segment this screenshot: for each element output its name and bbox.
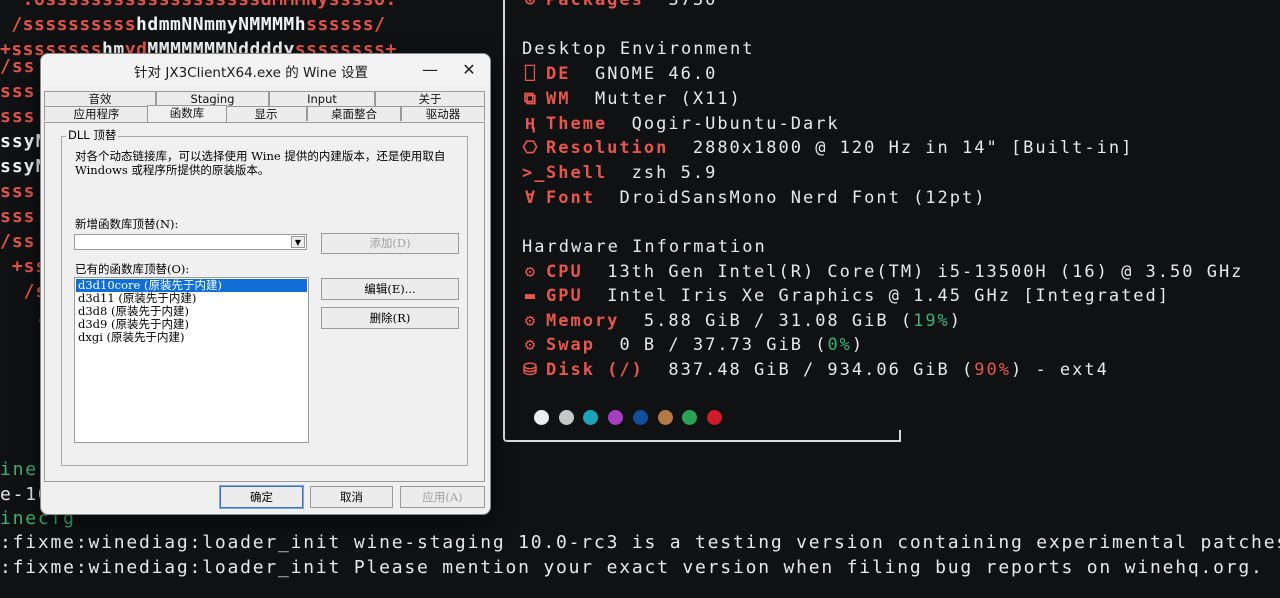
ascii-fragment: sss bbox=[0, 106, 36, 127]
cpu-icon: ⚙ bbox=[524, 262, 538, 282]
fetch-resolution: ⎔ Resolution 2880x1800 @ 120 Hz in 14" [B… bbox=[522, 138, 1134, 158]
minimize-icon[interactable]: — bbox=[414, 56, 446, 84]
edit-button[interactable]: 编辑(E)... bbox=[321, 278, 459, 300]
close-icon[interactable]: ✕ bbox=[453, 56, 485, 84]
fetch-swap: ⚙ Swap 0 B / 37.73 GiB (0%) bbox=[522, 335, 864, 355]
tab-audio[interactable]: 音效 bbox=[44, 91, 156, 106]
memory-icon: ⚙ bbox=[524, 311, 538, 331]
ascii-fragment: sss bbox=[0, 81, 36, 102]
dialog-title: 针对 JX3ClientX64.exe 的 Wine 设置 bbox=[134, 65, 368, 81]
list-item[interactable]: dxgi (原装先于内建) bbox=[76, 331, 307, 344]
dll-overrides-group-label: DLL 顶替 bbox=[66, 127, 119, 143]
prompt-line-1: ine bbox=[0, 459, 38, 480]
fetch-disk: ⛁ Disk (/) 837.48 GiB / 934.06 GiB (90%) … bbox=[522, 360, 1109, 380]
fetch-shell: >_Shell zsh 5.9 bbox=[522, 163, 718, 183]
log-line-2: :fixme:winediag:loader_init Please menti… bbox=[0, 557, 1264, 578]
box-corner bbox=[899, 430, 901, 442]
fetch-wm: ⧉ WM Mutter (X11) bbox=[523, 89, 742, 109]
add-button[interactable]: 添加(D) bbox=[321, 233, 459, 254]
monitor-icon: ⎕ bbox=[524, 64, 538, 84]
ascii-line-2: /sssssssssshdmmNNmmyNMMMMhssssss/ bbox=[0, 14, 386, 35]
log-line-1: :fixme:winediag:loader_init wine-staging… bbox=[0, 532, 1280, 553]
tab-drives[interactable]: 驱动器 bbox=[401, 106, 485, 121]
desktop-section-title: Desktop Environment bbox=[522, 39, 755, 59]
display-icon: ⎔ bbox=[522, 138, 540, 158]
ascii-line-1: .osssssssssssssssssssdMMMNysssso. bbox=[0, 0, 397, 10]
fetch-packages: ⊕ Packages 3730 bbox=[522, 0, 717, 10]
tab-about[interactable]: 关于 bbox=[375, 91, 485, 106]
ascii-fragment: /ss bbox=[0, 231, 36, 252]
tab-graphics[interactable]: 显示 bbox=[225, 106, 307, 121]
overrides-list[interactable]: d3d10core (原装先于内建) d3d11 (原装先于内建) d3d8 (… bbox=[74, 277, 309, 443]
ascii-fragment: sss bbox=[0, 206, 36, 227]
palette-dot bbox=[632, 410, 648, 425]
tab-input[interactable]: Input bbox=[269, 91, 375, 106]
fetch-de: ⎕ DE GNOME 46.0 bbox=[522, 64, 717, 84]
fetch-font: Ɐ Font DroidSansMono Nerd Font (12pt) bbox=[522, 188, 986, 208]
tab-libraries[interactable]: 函数库 bbox=[147, 105, 227, 122]
swap-icon: ⚙ bbox=[524, 335, 538, 355]
fetch-gpu: ▬ GPU Intel Iris Xe Graphics @ 1.45 GHz [… bbox=[522, 286, 1170, 306]
cancel-button[interactable]: 取消 bbox=[310, 486, 393, 508]
tab-desktop-integration[interactable]: 桌面整合 bbox=[307, 106, 401, 121]
hardware-section-title: Hardware Information bbox=[522, 237, 767, 257]
palette-dot bbox=[706, 410, 722, 425]
palette-dot bbox=[657, 410, 673, 425]
new-override-label: 新增函数库顶替(N): bbox=[75, 217, 179, 231]
package-icon: ⊕ bbox=[524, 0, 538, 10]
dialog-titlebar[interactable]: 针对 JX3ClientX64.exe 的 Wine 设置 — ✕ bbox=[41, 54, 490, 86]
gpu-icon: ▬ bbox=[524, 286, 538, 306]
existing-overrides-label: 已有的函数库顶替(O): bbox=[75, 262, 190, 276]
ok-button[interactable]: 确定 bbox=[219, 485, 304, 509]
terminal-prompt-icon: >_ bbox=[522, 163, 547, 183]
dll-overrides-description: 对各个动态链接库，可以选择使用 Wine 提供的内建版本，还是使用取自 Wind… bbox=[75, 149, 446, 177]
paint-roller-icon: Ⱨ bbox=[524, 114, 538, 134]
window-icon: ⧉ bbox=[523, 89, 539, 109]
ascii-fragment: /ss bbox=[0, 56, 36, 77]
tab-applications[interactable]: 应用程序 bbox=[44, 106, 149, 121]
apply-button[interactable]: 应用(A) bbox=[400, 486, 485, 508]
disk-icon: ⛁ bbox=[522, 360, 540, 380]
palette-dot bbox=[608, 410, 624, 425]
font-icon: Ɐ bbox=[524, 188, 538, 208]
delete-button[interactable]: 删除(R) bbox=[321, 307, 459, 329]
new-override-combobox[interactable]: ▼ bbox=[74, 234, 307, 250]
fetch-cpu: ⚙ CPU 13th Gen Intel(R) Core(TM) i5-13500… bbox=[522, 262, 1243, 282]
chevron-down-icon[interactable]: ▼ bbox=[291, 236, 305, 248]
palette-dot bbox=[558, 410, 574, 425]
tab-staging[interactable]: Staging bbox=[156, 91, 269, 106]
palette-dot bbox=[534, 410, 549, 425]
wine-settings-dialog: 针对 JX3ClientX64.exe 的 Wine 设置 — ✕ 音效 Sta… bbox=[40, 53, 491, 515]
fetch-theme: Ⱨ Theme Qogir-Ubuntu-Dark bbox=[522, 114, 840, 135]
fetch-memory: ⚙ Memory 5.88 GiB / 31.08 GiB (19%) bbox=[522, 311, 962, 331]
ascii-fragment: sss bbox=[0, 181, 36, 202]
